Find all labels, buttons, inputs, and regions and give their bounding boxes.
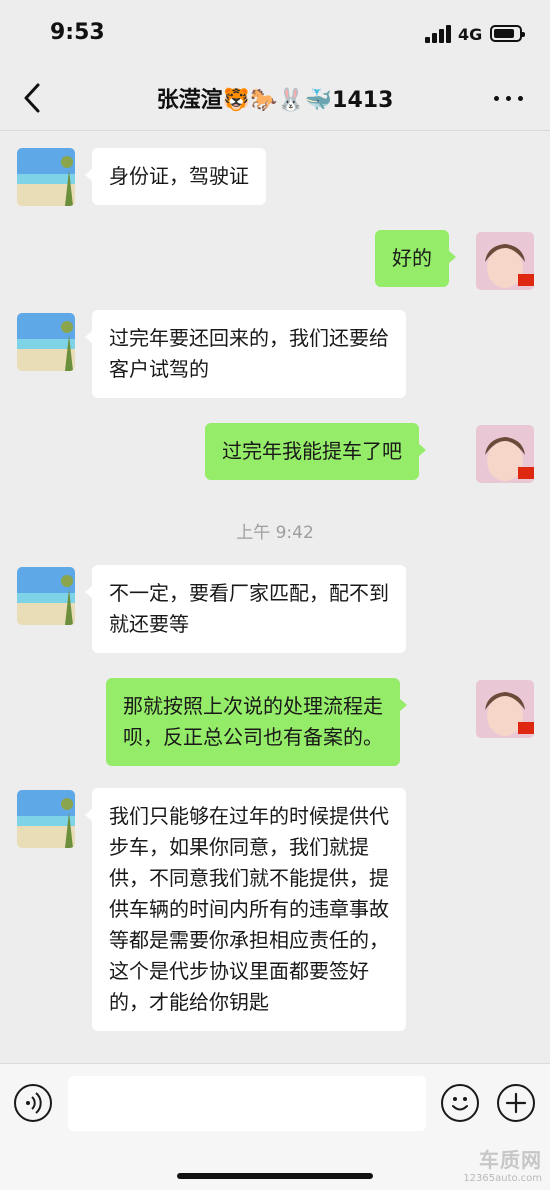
voice-icon xyxy=(26,1092,42,1114)
message-line: 供，不同意我们就不能提供，提 xyxy=(109,866,389,890)
watermark-url: 12365auto.com xyxy=(463,1173,542,1184)
message-line: 身份证，驾驶证 xyxy=(109,164,249,188)
message-bubble-outgoing[interactable]: 过完年我能提车了吧 xyxy=(205,423,426,480)
chat-title: 张滢渲🐯🐎🐰🐳1413 xyxy=(156,88,394,113)
my-avatar[interactable] xyxy=(476,425,534,483)
plus-button[interactable] xyxy=(497,1084,535,1122)
message-line: 好的 xyxy=(392,246,432,270)
voice-button[interactable] xyxy=(14,1084,52,1122)
emoji-icon xyxy=(452,1097,468,1111)
message-input[interactable] xyxy=(68,1076,426,1131)
contact-avatar[interactable] xyxy=(17,148,75,206)
home-indicator xyxy=(177,1173,373,1179)
message-line: 这个是代步协议里面都要签好 xyxy=(109,959,369,983)
signal-icon xyxy=(425,25,453,43)
contact-avatar[interactable] xyxy=(17,313,75,371)
message-bubble-outgoing[interactable]: 那就按照上次说的处理流程走 呗，反正总公司也有备案的。 xyxy=(106,678,407,766)
message-line: 步车，如果你同意，我们就提 xyxy=(109,835,369,859)
watermark: 车质网 12365auto.com xyxy=(463,1144,542,1184)
message-bubble-outgoing[interactable]: 好的 xyxy=(375,230,456,287)
message-bubble-incoming[interactable]: 过完年要还回来的，我们还要给 客户试驾的 xyxy=(85,310,406,398)
network-label: 4G xyxy=(458,25,483,44)
message-bubble-incoming[interactable]: 不一定，要看厂家匹配，配不到 就还要等 xyxy=(85,565,406,653)
message-line: 等都是需要你承担相应责任的， xyxy=(109,928,389,952)
message-line: 供车辆的时间内所有的违章事故 xyxy=(109,897,389,921)
message-line: 不一定，要看厂家匹配，配不到 xyxy=(109,581,389,605)
my-avatar[interactable] xyxy=(476,232,534,290)
nav-bar: 张滢渲🐯🐎🐰🐳1413 xyxy=(0,68,550,130)
emoji-button[interactable] xyxy=(441,1084,479,1122)
message-line: 就还要等 xyxy=(109,612,189,636)
contact-avatar[interactable] xyxy=(17,567,75,625)
message-line: 过完年我能提车了吧 xyxy=(222,439,402,463)
message-bubble-incoming[interactable]: 身份证，驾驶证 xyxy=(85,148,266,205)
more-button[interactable] xyxy=(494,84,524,114)
nav-divider xyxy=(0,130,550,131)
watermark-logo-text: 车质网 xyxy=(479,1148,542,1172)
my-avatar[interactable] xyxy=(476,680,534,738)
status-bar: 9:53 4G xyxy=(0,0,550,68)
message-line: 那就按照上次说的处理流程走 xyxy=(123,694,383,718)
battery-icon xyxy=(490,25,525,42)
status-time: 9:53 xyxy=(50,20,105,45)
message-line: 呗，反正总公司也有备案的。 xyxy=(123,725,383,749)
chat-screen: 9:53 4G 张滢渲🐯🐎🐰🐳1413 身份证，驾驶证 好的 过完年要还回来的，… xyxy=(0,0,550,1190)
message-bubble-incoming[interactable]: 我们只能够在过年的时候提供代 步车，如果你同意，我们就提 供，不同意我们就不能提… xyxy=(85,788,406,1031)
plus-icon xyxy=(505,1092,527,1114)
contact-avatar[interactable] xyxy=(17,790,75,848)
message-line: 我们只能够在过年的时候提供代 xyxy=(109,804,389,828)
message-line: 过完年要还回来的，我们还要给 xyxy=(109,326,389,350)
message-line: 客户试驾的 xyxy=(109,357,209,381)
time-separator: 上午 9:42 xyxy=(236,523,314,543)
message-line: 的，才能给你钥匙 xyxy=(109,990,269,1014)
